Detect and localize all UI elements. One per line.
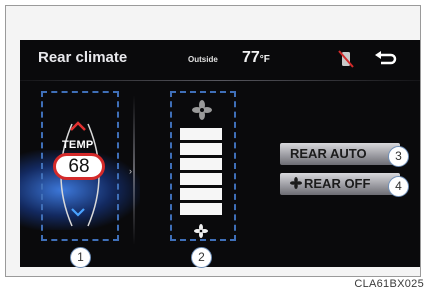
header-separator — [20, 80, 420, 81]
figure-code: CLA61BX025 — [354, 278, 424, 290]
outside-temp-value: 77 — [242, 49, 260, 66]
rear-off-label: REAR OFF — [304, 176, 371, 191]
outside-label: Outside — [188, 55, 218, 64]
rear-off-button[interactable]: REAR OFF — [280, 173, 400, 195]
fan-bar[interactable] — [180, 173, 222, 185]
temp-label: TEMP — [62, 139, 94, 151]
fan-high-icon[interactable] — [192, 100, 212, 120]
panel-divider — [133, 95, 135, 245]
divider-arrow-icon: › — [129, 166, 132, 176]
rear-auto-button[interactable]: REAR AUTO — [280, 143, 400, 165]
fan-bar[interactable] — [180, 188, 222, 200]
callout-1: 1 — [70, 247, 91, 268]
fan-bar[interactable] — [180, 128, 222, 140]
callout-3: 3 — [388, 146, 409, 167]
phone-muted-icon[interactable] — [338, 50, 354, 68]
page-title: Rear climate — [38, 49, 128, 66]
fan-speed-bars[interactable] — [180, 128, 222, 218]
chevron-up-icon[interactable] — [70, 121, 86, 131]
fan-low-icon[interactable] — [194, 224, 208, 238]
rear-climate-screen: Rear climate Outside 77°F › TEMP 68 REAR… — [20, 40, 420, 267]
fan-icon — [290, 177, 302, 189]
fan-bar[interactable] — [180, 143, 222, 155]
temp-value[interactable]: 68 — [53, 153, 105, 180]
outside-temp-unit: °F — [259, 54, 270, 65]
callout-4: 4 — [388, 176, 409, 197]
fan-bar[interactable] — [180, 158, 222, 170]
fan-bar[interactable] — [180, 203, 222, 215]
back-icon[interactable] — [372, 49, 398, 69]
chevron-down-icon[interactable] — [71, 208, 85, 217]
outside-temp: 77°F — [242, 49, 270, 67]
callout-2: 2 — [191, 247, 212, 268]
